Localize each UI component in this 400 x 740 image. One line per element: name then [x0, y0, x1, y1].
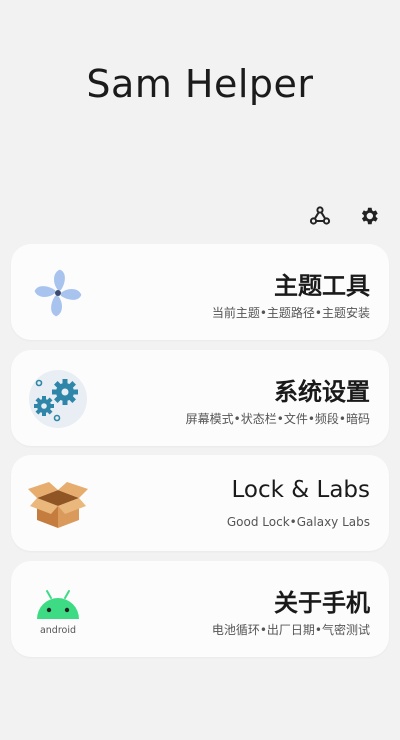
app-title: Sam Helper: [86, 62, 314, 106]
lock-labs-card[interactable]: Lock & Labs Good Lock•Galaxy Labs: [11, 455, 389, 551]
card-subtitle: Good Lock•Galaxy Labs: [226, 515, 370, 529]
pinwheel-icon: [27, 262, 89, 324]
card-title: 关于手机: [274, 589, 370, 617]
about-phone-card[interactable]: android 关于手机 电池循环•出厂日期•气密测试: [11, 561, 389, 657]
card-subtitle: 屏幕模式•状态栏•文件•频段•暗码: [185, 412, 370, 426]
gear-icon[interactable]: [355, 202, 383, 230]
gears-icon: [27, 368, 89, 430]
share-nodes-icon[interactable]: [306, 202, 334, 230]
card-title: Lock & Labs: [231, 477, 371, 503]
card-subtitle: 当前主题•主题路径•主题安装: [211, 306, 370, 320]
android-icon: android: [27, 579, 89, 641]
card-title: 系统设置: [274, 378, 370, 406]
android-icon-label: android: [40, 625, 76, 636]
system-settings-card[interactable]: 系统设置 屏幕模式•状态栏•文件•频段•暗码: [11, 350, 389, 446]
theme-tools-card[interactable]: 主题工具 当前主题•主题路径•主题安装: [11, 244, 389, 340]
card-subtitle: 电池循环•出厂日期•气密测试: [211, 623, 370, 637]
open-box-icon: [27, 473, 89, 535]
card-title: 主题工具: [274, 272, 370, 300]
